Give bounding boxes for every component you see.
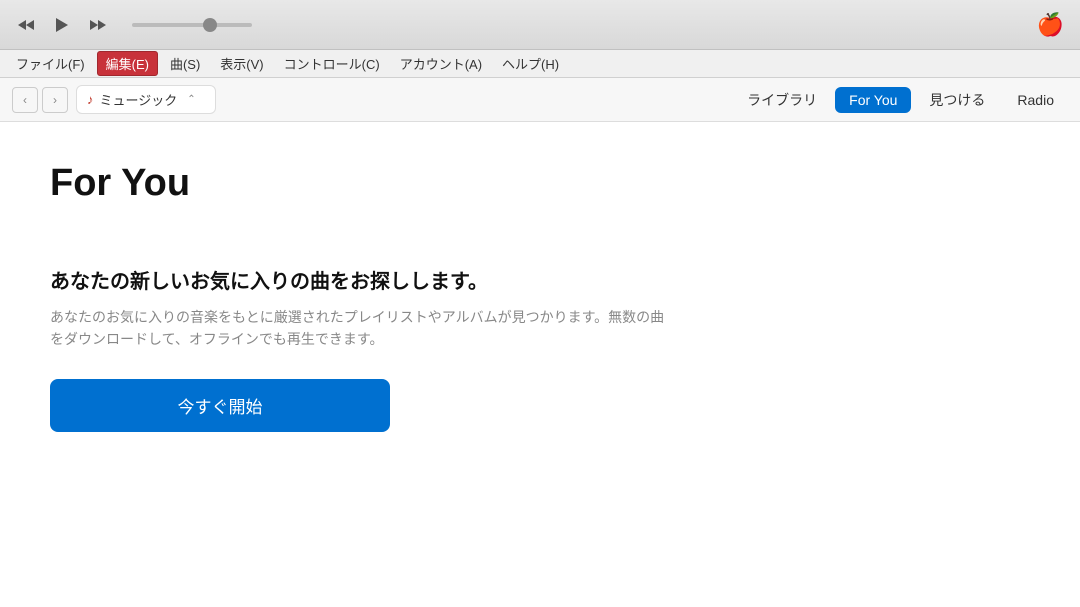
location-text: ミュージック — [100, 90, 178, 109]
page-title: For You — [50, 162, 1030, 205]
chevron-down-icon: ⌃ — [187, 94, 195, 105]
forward-button[interactable]: › — [42, 87, 68, 113]
nav-location[interactable]: ♪ ミュージック ⌃ — [76, 85, 216, 114]
play-button[interactable] — [48, 11, 76, 39]
promo-section: あなたの新しいお気に入りの曲をお探しします。 あなたのお気に入りの音楽をもとに厳… — [50, 265, 750, 432]
menu-edit[interactable]: 編集(E) — [97, 51, 158, 76]
nav-tabs: ライブラリ For You 見つける Radio — [733, 85, 1068, 115]
music-icon: ♪ — [87, 92, 94, 107]
rewind-button[interactable] — [12, 11, 40, 39]
menu-bar: ファイル(F) 編集(E) 曲(S) 表示(V) コントロール(C) アカウント… — [0, 50, 1080, 78]
apple-logo: 🍎 — [1037, 12, 1064, 38]
start-button[interactable]: 今すぐ開始 — [50, 379, 390, 432]
menu-view[interactable]: 表示(V) — [212, 52, 271, 75]
main-content: For You あなたの新しいお気に入りの曲をお探しします。 あなたのお気に入り… — [0, 122, 1080, 607]
menu-help[interactable]: ヘルプ(H) — [494, 52, 567, 75]
promo-heading: あなたの新しいお気に入りの曲をお探しします。 — [50, 265, 750, 294]
title-bar: 🍎 — [0, 0, 1080, 50]
nav-bar: ‹ › ♪ ミュージック ⌃ ライブラリ For You 見つける Radio — [0, 78, 1080, 122]
tab-foryou[interactable]: For You — [835, 87, 911, 113]
tab-discover[interactable]: 見つける — [915, 85, 999, 115]
transport-controls — [12, 11, 252, 39]
back-button[interactable]: ‹ — [12, 87, 38, 113]
fast-forward-button[interactable] — [84, 11, 112, 39]
menu-file[interactable]: ファイル(F) — [8, 52, 93, 75]
volume-slider-container — [132, 23, 252, 27]
promo-description: あなたのお気に入りの音楽をもとに厳選されたプレイリストやアルバムが見つかります。… — [50, 306, 670, 351]
tab-library[interactable]: ライブラリ — [733, 85, 831, 115]
menu-account[interactable]: アカウント(A) — [392, 52, 490, 75]
menu-song[interactable]: 曲(S) — [162, 52, 208, 75]
volume-thumb — [203, 18, 217, 32]
menu-controls[interactable]: コントロール(C) — [276, 52, 388, 75]
tab-radio[interactable]: Radio — [1003, 87, 1068, 113]
nav-arrows: ‹ › — [12, 87, 68, 113]
volume-slider[interactable] — [132, 23, 252, 27]
